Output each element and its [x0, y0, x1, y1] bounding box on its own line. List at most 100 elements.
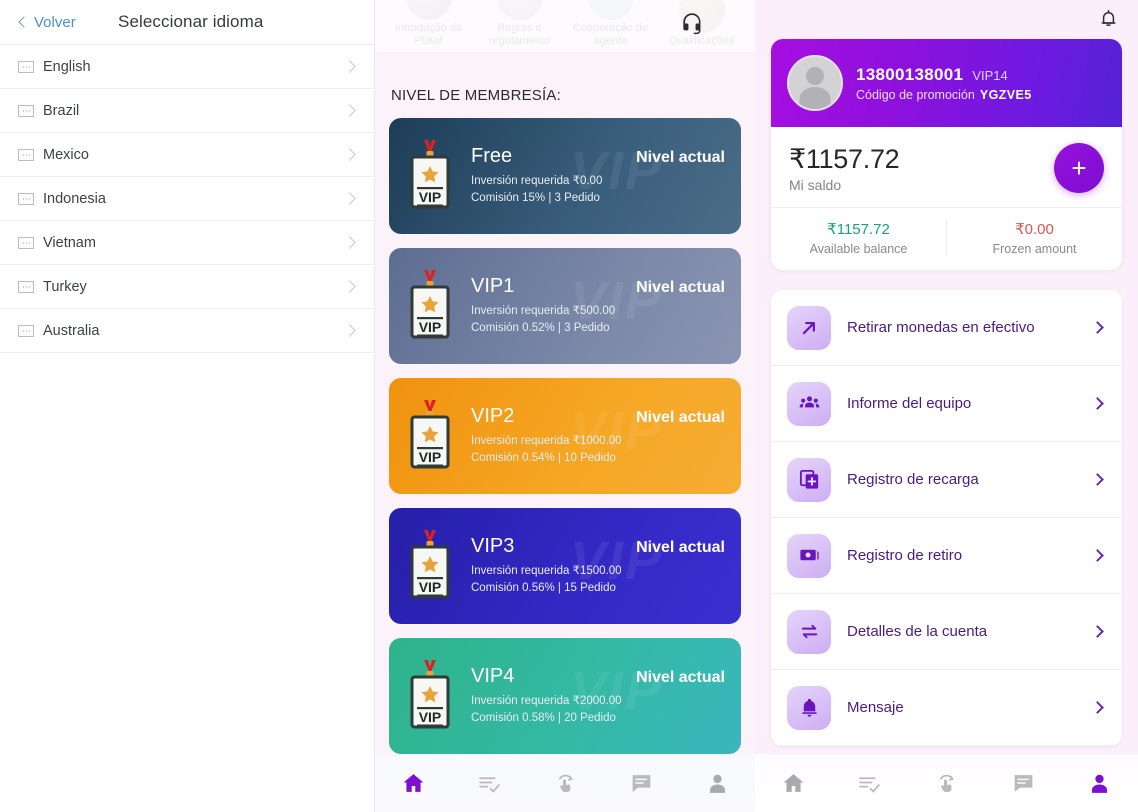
chevron-right-icon — [1091, 701, 1104, 714]
vip-info: VIP4 Nivel actual Inversión requerida ₹2… — [471, 665, 725, 727]
flag-placeholder-icon — [18, 280, 34, 293]
flag-placeholder-icon — [18, 148, 34, 161]
vip-badge-icon: VIP — [403, 398, 457, 474]
svg-text:VIP: VIP — [419, 579, 442, 595]
vip-investment: Inversión requerida ₹0.00 — [471, 175, 603, 187]
category-icon — [496, 0, 543, 20]
category-label: Cooperação de agente — [572, 22, 649, 47]
language-item-brazil[interactable]: Brazil — [0, 89, 374, 133]
balance-amount: ₹1157.72 — [789, 143, 900, 174]
headset-icon[interactable] — [677, 8, 707, 38]
vip-level-name: VIP3 — [471, 535, 515, 557]
category-item-agent[interactable]: Cooperação de agente — [570, 0, 652, 48]
category-item-rules[interactable]: Regras e regulamento — [479, 0, 561, 48]
flag-placeholder-icon — [18, 60, 34, 73]
vip-badge-icon: VIP — [403, 528, 457, 604]
menu-item-account-details[interactable]: Detalles de la cuenta — [771, 594, 1122, 670]
category-label: Regras e regulamento — [488, 22, 551, 47]
vip-info: Free Nivel actual Inversión requerida ₹0… — [471, 145, 725, 207]
right-topbar — [755, 0, 1138, 36]
arrow-up-right-icon — [787, 305, 831, 350]
nav-tap-hand-icon[interactable] — [539, 761, 591, 805]
nav-task-list-icon[interactable] — [844, 761, 896, 805]
avatar[interactable] — [787, 55, 843, 111]
menu-item-withdraw-record[interactable]: Registro de retiro — [771, 518, 1122, 594]
nav-person-icon[interactable] — [691, 761, 743, 805]
chevron-right-icon — [343, 148, 356, 161]
menu-item-message[interactable]: Mensaje — [771, 670, 1122, 746]
vip-level-status: Nivel actual — [636, 539, 725, 556]
language-label: Mexico — [43, 146, 89, 163]
frozen-amount-label: Frozen amount — [992, 242, 1077, 256]
nav-home-icon[interactable] — [387, 761, 439, 805]
category-icon — [587, 0, 634, 20]
membership-panel: Introdução da Plataf Regras e regulament… — [375, 0, 755, 812]
back-label: Volver — [34, 13, 76, 31]
nav-person-icon[interactable] — [1074, 761, 1126, 805]
frozen-amount-col: ₹0.00 Frozen amount — [946, 220, 1122, 256]
page-title: Seleccionar idioma — [118, 12, 264, 31]
menu-label: Informe del equipo — [847, 395, 972, 412]
language-item-vietnam[interactable]: Vietnam — [0, 221, 374, 265]
vip-investment: Inversión requerida ₹1500.00 — [471, 565, 622, 577]
vip-info: VIP2 Nivel actual Inversión requerida ₹1… — [471, 405, 725, 467]
vip-commission: Comisión 0.56% | 15 Pedido — [471, 582, 616, 594]
vip-investment: Inversión requerida ₹2000.00 — [471, 695, 622, 707]
vip-card-vip3[interactable]: VIP VIP3 Nivel actual Inversión requerid… — [389, 508, 741, 624]
vip-level-name: Free — [471, 145, 513, 167]
language-item-english[interactable]: English — [0, 45, 374, 89]
mid-bottom-nav — [375, 754, 755, 812]
language-header: Volver Seleccionar idioma — [0, 0, 374, 45]
chevron-right-icon — [343, 60, 356, 73]
available-balance-value: ₹1157.72 — [827, 221, 890, 238]
nav-task-list-icon[interactable] — [463, 761, 515, 805]
chevron-right-icon — [343, 104, 356, 117]
menu-label: Retirar monedas en efectivo — [847, 319, 1035, 336]
category-icon — [405, 0, 452, 20]
balance-label: Mi saldo — [789, 176, 842, 193]
promo-code: YGZVE5 — [979, 87, 1032, 102]
language-label: Vietnam — [43, 234, 96, 251]
language-label: Brazil — [43, 102, 80, 119]
vip-badge-icon: VIP — [403, 658, 457, 734]
account-identity: 13800138001 VIP14 Código de promoción YGZ… — [856, 65, 1032, 102]
nav-chat-icon[interactable] — [997, 761, 1049, 805]
svg-text:VIP: VIP — [419, 189, 442, 205]
vip-card-vip4[interactable]: VIP VIP4 Nivel actual Inversión requerid… — [389, 638, 741, 754]
recharge-plus-icon — [787, 457, 831, 502]
vip-card-free[interactable]: VIP Free Nivel actual Inversión requerid… — [389, 118, 741, 234]
nav-tap-hand-icon[interactable] — [920, 761, 972, 805]
back-button[interactable]: Volver — [18, 13, 76, 31]
language-list: English Brazil Mexico Indonesia Vietnam — [0, 45, 374, 353]
category-label: Introdução da Plataf — [394, 22, 463, 47]
transfer-arrows-icon — [787, 609, 831, 654]
team-group-icon — [787, 381, 831, 426]
language-item-indonesia[interactable]: Indonesia — [0, 177, 374, 221]
category-item-intro[interactable]: Introdução da Plataf — [388, 0, 470, 48]
vip-info: VIP1 Nivel actual Inversión requerida ₹5… — [471, 275, 725, 337]
right-bottom-nav — [755, 754, 1138, 812]
plus-icon[interactable]: + — [1054, 143, 1104, 193]
chevron-right-icon — [1091, 549, 1104, 562]
bell-icon[interactable] — [1096, 6, 1120, 30]
profile-menu: Retirar monedas en efectivo Informe del … — [771, 290, 1122, 746]
nav-home-icon[interactable] — [767, 761, 819, 805]
balance-text-group: ₹1157.72 Mi saldo — [789, 143, 900, 193]
balance-section: ₹1157.72 Mi saldo + — [771, 127, 1122, 208]
vip-badge-icon: VIP — [403, 268, 457, 344]
nav-chat-icon[interactable] — [615, 761, 667, 805]
vip-card-vip1[interactable]: VIP VIP1 Nivel actual Inversión requerid… — [389, 248, 741, 364]
menu-item-team-report[interactable]: Informe del equipo — [771, 366, 1122, 442]
menu-item-withdraw[interactable]: Retirar monedas en efectivo — [771, 290, 1122, 366]
language-item-mexico[interactable]: Mexico — [0, 133, 374, 177]
language-item-turkey[interactable]: Turkey — [0, 265, 374, 309]
available-balance-col: ₹1157.72 Available balance — [771, 220, 946, 256]
svg-text:VIP: VIP — [419, 709, 442, 725]
flag-placeholder-icon — [18, 192, 34, 205]
vip-badge-icon: VIP — [403, 138, 457, 214]
language-label: English — [43, 58, 91, 75]
chevron-left-icon — [18, 15, 30, 28]
menu-item-recharge-record[interactable]: Registro de recarga — [771, 442, 1122, 518]
vip-card-vip2[interactable]: VIP VIP2 Nivel actual Inversión requerid… — [389, 378, 741, 494]
language-item-australia[interactable]: Australia — [0, 309, 374, 353]
